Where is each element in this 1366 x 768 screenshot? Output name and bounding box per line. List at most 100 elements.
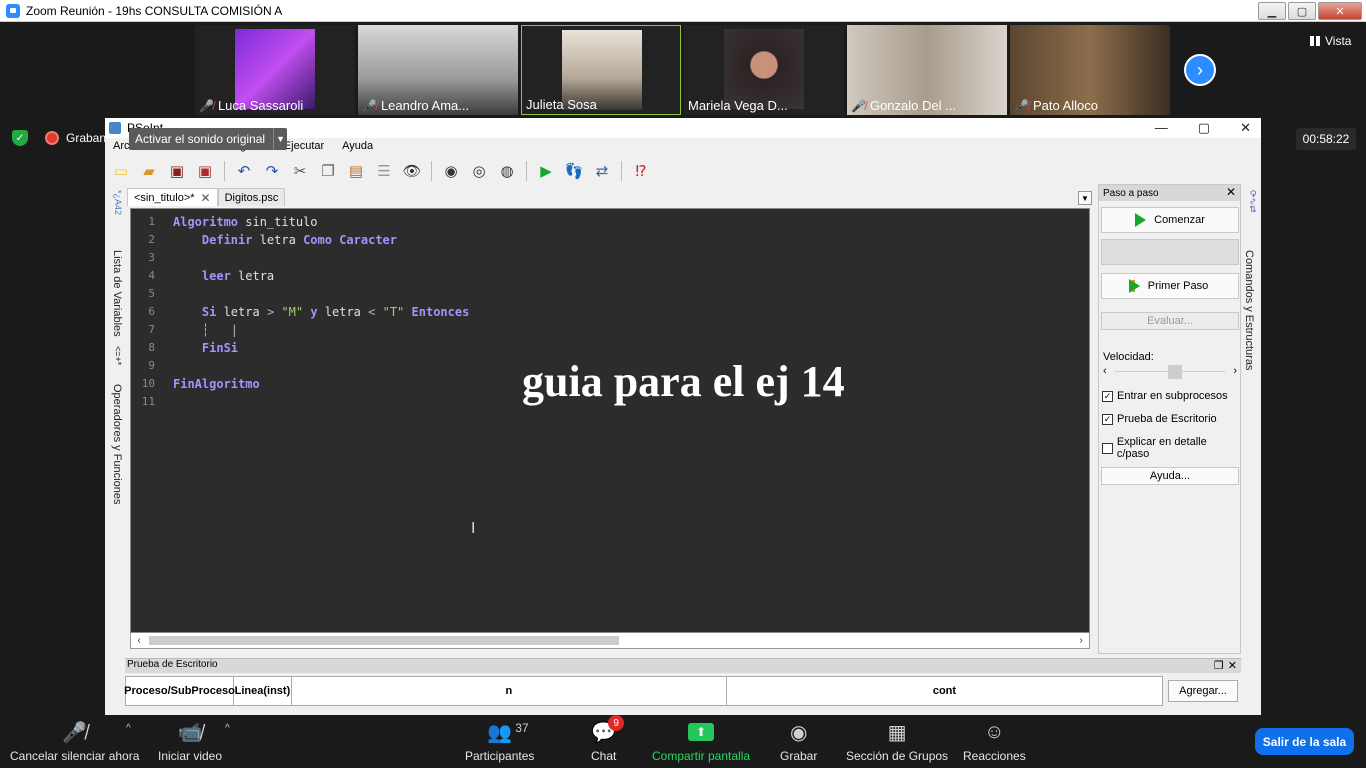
flowchart-icon[interactable]: ⇄ bbox=[590, 159, 614, 183]
code-line[interactable]: 3 bbox=[131, 249, 1089, 267]
code-line[interactable]: 4 leer letra bbox=[131, 267, 1089, 285]
participant-tile[interactable]: 🎤̸ Gonzalo Del ... bbox=[847, 25, 1007, 115]
checkbox-icon[interactable]: ✓ bbox=[1102, 390, 1113, 402]
checkbox-prueba[interactable]: ✓ Prueba de Escritorio bbox=[1102, 413, 1217, 425]
new-file-icon[interactable]: ▭ bbox=[109, 159, 133, 183]
close-panel-icon[interactable]: ✕ bbox=[1226, 185, 1236, 199]
video-button[interactable]: 📹̸ Iniciar video bbox=[158, 719, 222, 767]
help-icon[interactable]: ⁉ bbox=[629, 159, 653, 183]
float-panel-icon[interactable]: ❐ bbox=[1214, 659, 1224, 672]
slider-right-icon[interactable]: › bbox=[1233, 365, 1237, 377]
operators-tab[interactable]: Operadores y Funciones bbox=[107, 384, 123, 504]
start-button[interactable]: Comenzar bbox=[1101, 207, 1239, 233]
column-header[interactable]: Linea(inst) bbox=[234, 677, 292, 705]
record-button[interactable]: ◉ Grabar bbox=[780, 719, 817, 767]
close-tab-icon[interactable]: ✕ bbox=[201, 191, 211, 205]
structures-tab[interactable]: Comandos y Estructuras bbox=[1243, 250, 1255, 370]
code-line[interactable]: 8 FinSi bbox=[131, 339, 1089, 357]
reactions-button[interactable]: ☺ Reacciones bbox=[963, 719, 1026, 767]
redo-icon[interactable]: ↷ bbox=[260, 159, 284, 183]
column-header[interactable]: n bbox=[292, 677, 727, 705]
save-icon[interactable]: ▣ bbox=[165, 159, 189, 183]
checkbox-icon[interactable] bbox=[1102, 442, 1113, 454]
mute-button[interactable]: 🎤̸ Cancelar silenciar ahora bbox=[10, 719, 139, 767]
code-editor[interactable]: 1 Algoritmo sin_titulo 2 Definir letra Com… bbox=[130, 208, 1090, 633]
muted-mic-icon: 🎤̸ bbox=[199, 98, 214, 113]
code-line[interactable]: 6 Si letra > "M" y letra < "T" Entonces bbox=[131, 303, 1089, 321]
undo-icon[interactable]: ↶ bbox=[232, 159, 256, 183]
participant-tile[interactable]: Julieta Sosa bbox=[521, 25, 681, 115]
pseint-close-button[interactable]: ✕ bbox=[1240, 120, 1251, 136]
code-token: "M" bbox=[281, 305, 304, 319]
leave-room-button[interactable]: Salir de la sala bbox=[1255, 728, 1354, 755]
column-header[interactable]: cont bbox=[727, 677, 1162, 705]
participant-tile[interactable]: 🎤̸ Luca Sassaroli bbox=[195, 25, 355, 115]
evaluate-button[interactable]: Evaluar... bbox=[1101, 312, 1239, 330]
first-step-button[interactable]: Primer Paso bbox=[1101, 273, 1239, 299]
menu-ejecutar[interactable]: Ejecutar bbox=[282, 140, 326, 156]
code-line[interactable]: 2 Definir letra Como Caracter bbox=[131, 231, 1089, 249]
tab-digitos[interactable]: Digitos.psc bbox=[217, 188, 286, 206]
comment-icon[interactable]: 👁 bbox=[400, 159, 424, 183]
participants-button[interactable]: 👥 37 Participantes bbox=[465, 719, 534, 767]
pseint-maximize-button[interactable]: ▢ bbox=[1198, 120, 1210, 136]
next-page-arrow-icon[interactable]: › bbox=[1184, 54, 1216, 86]
tab-sin-titulo[interactable]: <sin_titulo>* ✕ bbox=[127, 188, 218, 206]
horizontal-scrollbar[interactable]: ‹ › bbox=[130, 633, 1090, 649]
chevron-down-icon[interactable]: ▼ bbox=[273, 128, 287, 150]
participant-tile[interactable]: 🎤̸ Leandro Ama... bbox=[358, 25, 518, 115]
line-number: 11 bbox=[141, 395, 155, 408]
code-token: Algoritmo bbox=[173, 215, 239, 229]
column-header[interactable]: Proceso/SubProceso bbox=[124, 677, 235, 705]
scroll-left-icon[interactable]: ‹ bbox=[131, 633, 147, 647]
variables-tab[interactable]: Lista de Variables bbox=[107, 250, 123, 337]
participant-tile[interactable]: Mariela Vega D... bbox=[684, 25, 844, 115]
breakout-rooms-button[interactable]: ▦ Sección de Grupos bbox=[846, 719, 948, 767]
search-icon[interactable]: ◉ bbox=[439, 159, 463, 183]
line-text: Definir letra Como Caracter bbox=[173, 231, 397, 249]
find-next-icon[interactable]: ◎ bbox=[467, 159, 491, 183]
paste-icon[interactable]: ▤ bbox=[344, 159, 368, 183]
run-icon[interactable]: ▶ bbox=[534, 159, 558, 183]
code-line[interactable]: 7 ┆ | bbox=[131, 321, 1089, 339]
original-sound-button[interactable]: Activar el sonido original ▼ bbox=[129, 128, 288, 150]
pseint-minimize-button[interactable]: — bbox=[1155, 120, 1168, 136]
checkbox-explicar[interactable]: Explicar en detalle c/paso bbox=[1102, 436, 1240, 460]
checkbox-subprocesos[interactable]: ✓ Entrar en subprocesos bbox=[1102, 390, 1228, 402]
participant-tile[interactable]: 🎤̸ Pato Alloco bbox=[1010, 25, 1170, 115]
help-button[interactable]: Ayuda... bbox=[1101, 467, 1239, 485]
close-panel-icon[interactable]: ✕ bbox=[1228, 659, 1237, 672]
minimize-button[interactable]: ▁ bbox=[1258, 2, 1286, 20]
scroll-right-icon[interactable]: › bbox=[1073, 633, 1089, 647]
toolbar-divider bbox=[621, 161, 622, 181]
maximize-button[interactable]: ▢ bbox=[1288, 2, 1316, 20]
pseint-window: PSeInt — ▢ ✕ Archivo Editar Configurar E… bbox=[105, 118, 1261, 715]
copy-icon[interactable]: ❐ bbox=[316, 159, 340, 183]
view-button[interactable]: Vista bbox=[1310, 34, 1351, 48]
share-screen-button[interactable]: ⬆ Compartir pantalla bbox=[652, 719, 750, 767]
indent-icon[interactable]: ☰ bbox=[372, 159, 396, 183]
participant-video bbox=[724, 29, 804, 109]
replace-icon[interactable]: ◍ bbox=[495, 159, 519, 183]
add-button[interactable]: Agregar... bbox=[1168, 680, 1238, 702]
speed-slider[interactable]: ‹ › bbox=[1101, 365, 1239, 379]
checkbox-icon[interactable]: ✓ bbox=[1102, 413, 1113, 425]
step-icon[interactable]: 👣 bbox=[562, 159, 586, 183]
menu-ayuda[interactable]: Ayuda bbox=[340, 140, 375, 156]
save-as-icon[interactable]: ▣ bbox=[193, 159, 217, 183]
close-button[interactable]: ✕ bbox=[1318, 2, 1362, 20]
audio-options-chevron-icon[interactable]: ^ bbox=[126, 723, 131, 734]
tabs-dropdown-icon[interactable]: ▼ bbox=[1078, 191, 1092, 205]
chat-button[interactable]: 💬 9 Chat bbox=[591, 715, 625, 767]
open-file-icon[interactable]: ▰ bbox=[137, 159, 161, 183]
security-shield-icon[interactable]: ✓ bbox=[12, 130, 28, 146]
scrollbar-thumb[interactable] bbox=[149, 636, 619, 645]
slider-left-icon[interactable]: ‹ bbox=[1103, 365, 1107, 377]
code-line[interactable]: 5 bbox=[131, 285, 1089, 303]
slider-knob[interactable] bbox=[1167, 365, 1182, 379]
code-line[interactable]: 1 Algoritmo sin_titulo bbox=[131, 213, 1089, 231]
code-token: letra bbox=[252, 233, 304, 247]
share-screen-icon: ⬆ bbox=[688, 723, 715, 741]
cut-icon[interactable]: ✂ bbox=[288, 159, 312, 183]
video-options-chevron-icon[interactable]: ^ bbox=[225, 723, 230, 734]
